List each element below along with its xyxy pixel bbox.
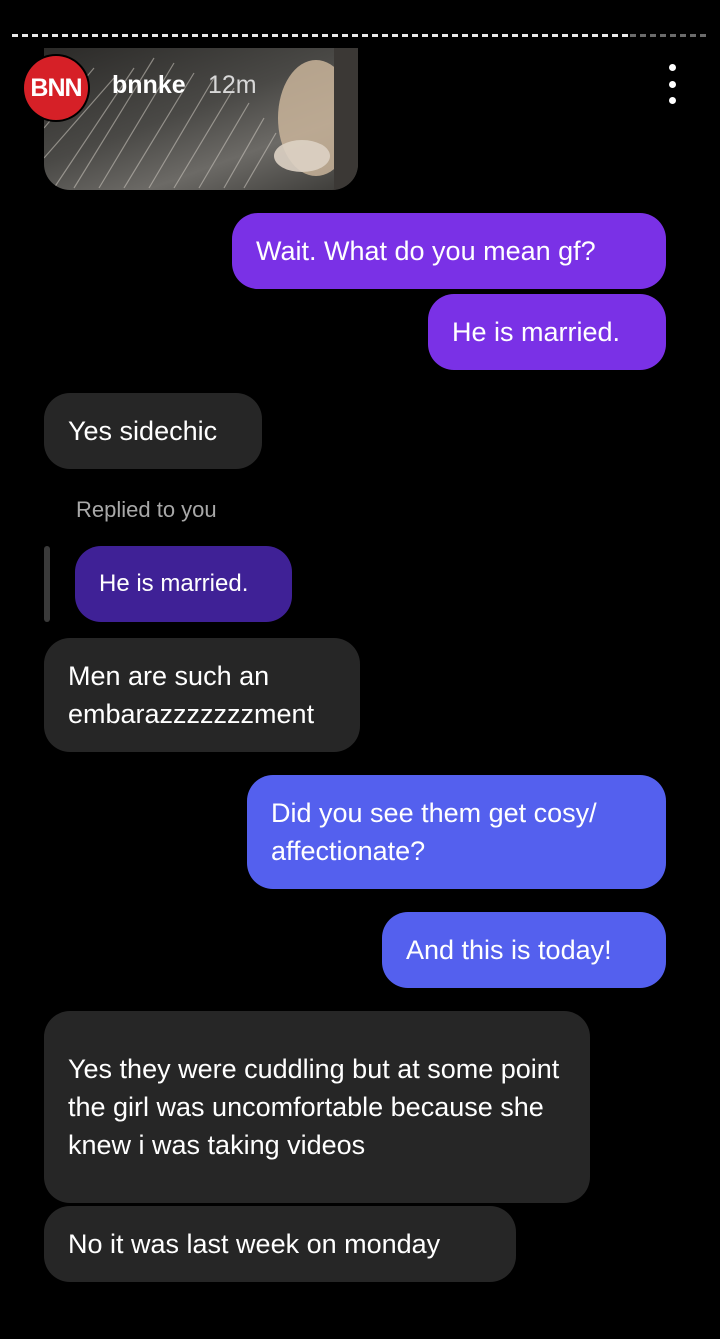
message-text: Did you see them get cosy/ affectionate? <box>271 798 597 866</box>
story-username[interactable]: bnnke <box>112 71 186 100</box>
message-text: Wait. What do you mean gf? <box>256 236 596 266</box>
media-image <box>44 48 358 190</box>
message-received[interactable]: Yes sidechic <box>44 393 262 469</box>
message-sent[interactable]: Did you see them get cosy/ affectionate? <box>247 775 666 889</box>
message-text: Yes sidechic <box>68 416 218 446</box>
more-options-icon[interactable] <box>660 64 684 104</box>
story-timestamp: 12m <box>208 71 257 99</box>
replied-to-you-label: Replied to you <box>76 497 217 522</box>
profile-avatar[interactable]: BNN <box>24 56 88 120</box>
message-received[interactable]: No it was last week on monday <box>44 1206 516 1282</box>
message-received[interactable]: Yes they were cuddling but at some point… <box>44 1011 590 1203</box>
message-text: No it was last week on monday <box>68 1229 441 1259</box>
reply-indicator-bar <box>44 546 50 622</box>
avatar-logo-text: BNN <box>30 73 82 102</box>
message-text: Yes they were cuddling but at some point… <box>68 1054 560 1160</box>
quoted-message[interactable]: He is married. <box>75 546 292 622</box>
shared-media-thumbnail[interactable] <box>44 48 358 190</box>
message-received[interactable]: Men are such an embarazzzzzzzment <box>44 638 360 752</box>
message-text: Men are such an embarazzzzzzzment <box>68 661 315 729</box>
quoted-message-text: He is married. <box>99 570 249 597</box>
message-text: He is married. <box>452 317 621 347</box>
story-screen: BNN bnnke 12m Wait. What do you mean gf?… <box>0 0 720 1339</box>
message-sent[interactable]: Wait. What do you mean gf? <box>232 213 666 289</box>
story-progress-bar <box>12 34 708 37</box>
story-progress-remaining <box>630 34 708 37</box>
message-sent[interactable]: He is married. <box>428 294 666 370</box>
message-text: And this is today! <box>406 935 612 965</box>
message-sent[interactable]: And this is today! <box>382 912 666 988</box>
